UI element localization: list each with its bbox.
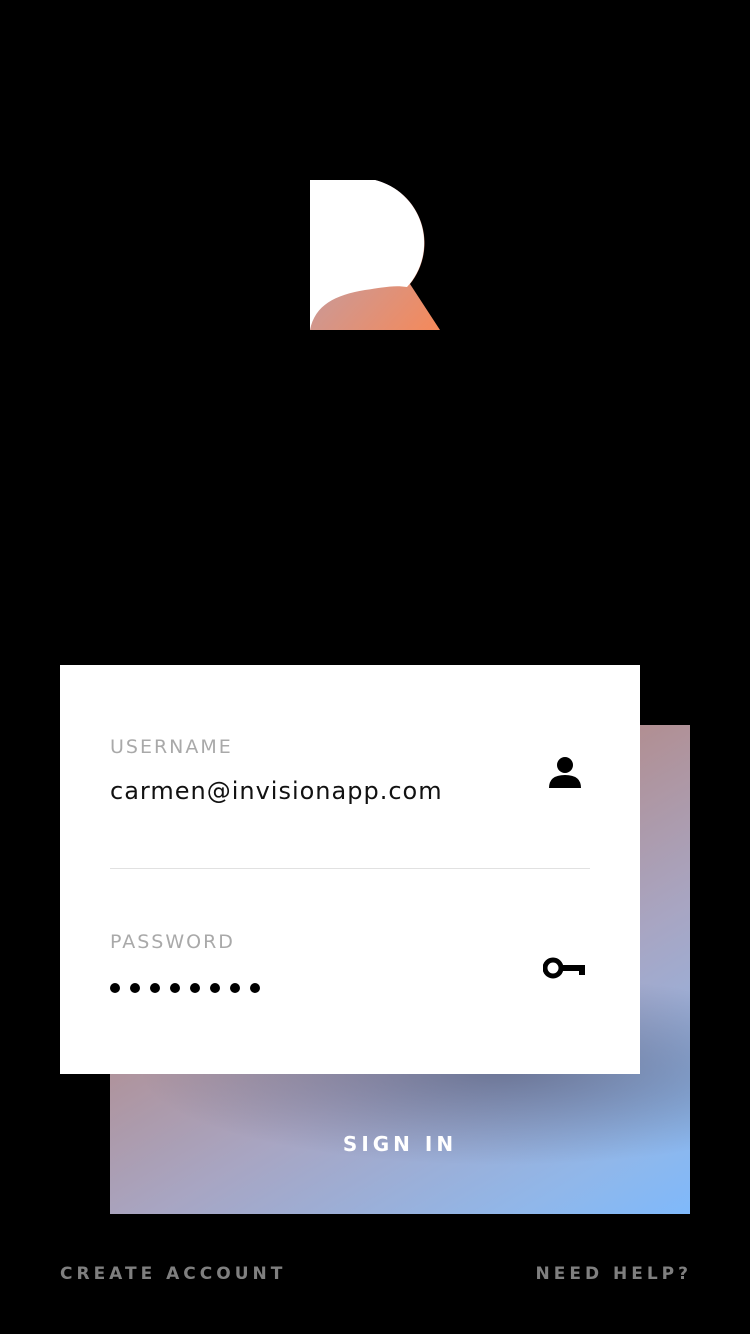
divider [110,868,590,869]
person-icon [549,757,581,788]
password-field[interactable] [110,983,260,995]
login-card: USERNAME carmen@invisionapp.com PASSWORD [60,665,640,1074]
password-label: PASSWORD [110,931,235,953]
need-help-link[interactable]: NEED HELP? [536,1264,692,1284]
r-logo [310,180,440,330]
username-field[interactable]: carmen@invisionapp.com [110,777,443,805]
key-icon [543,957,585,979]
username-label: USERNAME [110,736,233,758]
sign-in-button[interactable]: SIGN IN [110,1120,690,1168]
create-account-link[interactable]: CREATE ACCOUNT [60,1264,286,1284]
